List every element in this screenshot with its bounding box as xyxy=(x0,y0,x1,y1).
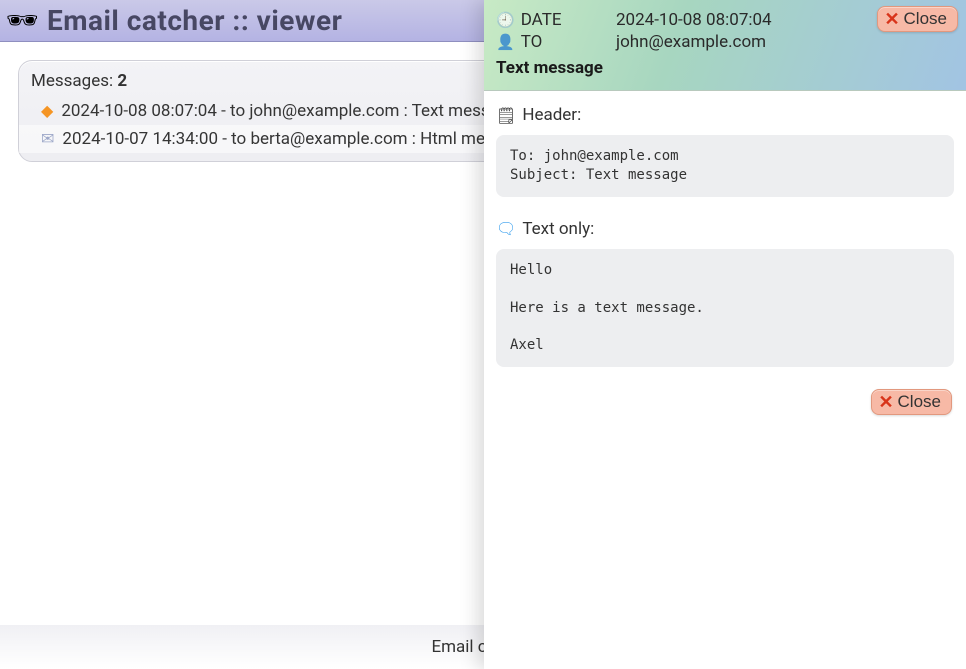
person-icon: 👤 xyxy=(496,33,515,51)
app-title: Email catcher :: viewer xyxy=(47,4,342,37)
meta-date-label: 🕘 DATE xyxy=(496,10,616,30)
close-button[interactable]: ✕ Close xyxy=(877,6,958,32)
clock-icon: 🕘 xyxy=(496,11,515,29)
close-icon: ✕ xyxy=(884,10,899,28)
text-block: Hello Here is a text message. Axel xyxy=(496,249,954,367)
detail-header: ✕ Close 🕘 DATE 2024-10-08 08:07:04 👤 TO … xyxy=(484,0,966,91)
close-button-label: Close xyxy=(898,392,941,412)
speech-bubble-icon: 🗨 xyxy=(496,219,516,238)
glasses-icon: 🕶 xyxy=(6,8,39,34)
text-section-title: 🗨 Text only: xyxy=(496,219,954,239)
notepad-icon: 🗒 xyxy=(496,106,516,125)
close-button-label: Close xyxy=(904,9,947,29)
messages-label: Messages: xyxy=(31,71,117,91)
meta-to-label: 👤 TO xyxy=(496,32,616,52)
header-section-title: 🗒 Header: xyxy=(496,105,954,125)
diamond-icon: ◆ xyxy=(41,103,53,119)
envelope-icon: ✉ xyxy=(41,131,54,147)
meta-to-value: john@example.com xyxy=(616,32,954,52)
message-row-text: 2024-10-07 14:34:00 - to berta@example.c… xyxy=(62,129,530,149)
detail-body: 🗒 Header: To: john@example.com Subject: … xyxy=(484,91,966,669)
message-detail-panel: ✕ Close 🕘 DATE 2024-10-08 08:07:04 👤 TO … xyxy=(484,0,966,669)
close-icon: ✕ xyxy=(878,393,893,411)
header-block: To: john@example.com Subject: Text messa… xyxy=(496,135,954,197)
detail-subject: Text message xyxy=(496,58,954,78)
message-row-text: 2024-10-08 08:07:04 - to john@example.co… xyxy=(61,101,517,121)
messages-count-value: 2 xyxy=(117,71,127,91)
close-button[interactable]: ✕ Close xyxy=(871,389,952,415)
